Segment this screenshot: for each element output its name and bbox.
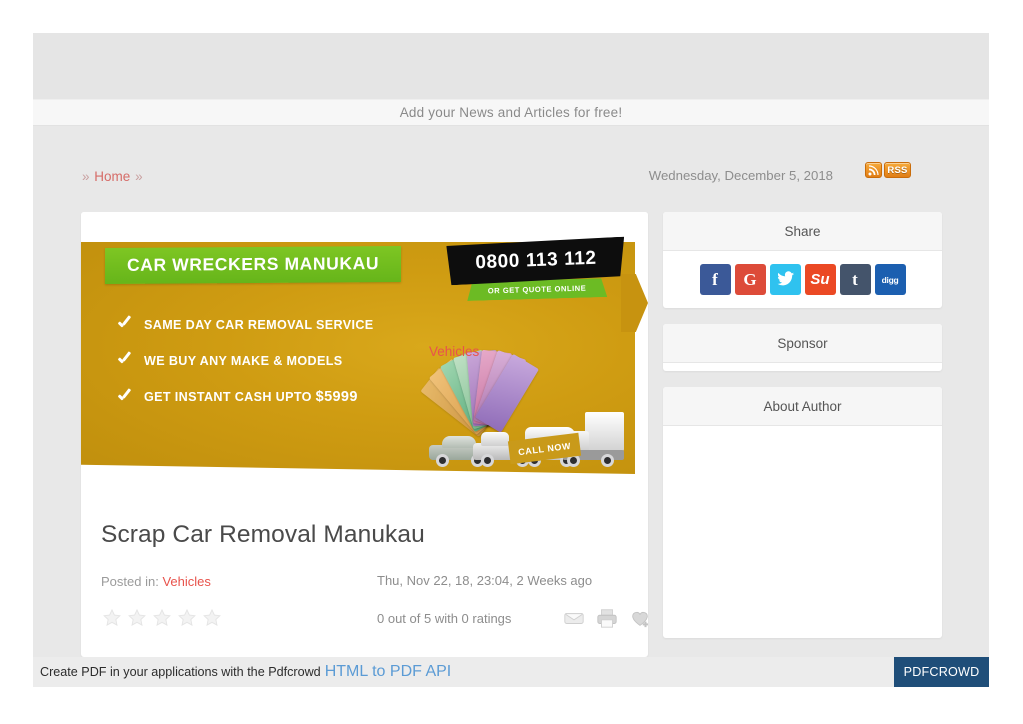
sponsor-panel-body — [663, 363, 942, 371]
share-panel: Share f G Su t digg — [663, 212, 942, 308]
banner-feature-text: SAME DAY CAR REMOVAL SERVICE — [144, 317, 374, 332]
banner-feature-text-label: GET INSTANT CASH UPTO — [144, 390, 316, 404]
check-icon — [117, 390, 132, 405]
pdfcrowd-logo[interactable]: PDFCROWD — [894, 657, 989, 687]
share-panel-title: Share — [663, 212, 942, 251]
article-card: CAR WRECKERS MANUKAU SAME DAY CAR REMOVA… — [81, 212, 648, 657]
pdfcrowd-footer-text: Create PDF in your applications with the… — [40, 665, 321, 679]
banner-feature-list: SAME DAY CAR REMOVAL SERVICE WE BUY ANY … — [117, 317, 374, 406]
banner-feature-item: GET INSTANT CASH UPTO $5999 — [117, 389, 374, 405]
sponsor-panel: Sponsor — [663, 324, 942, 371]
article-category-link[interactable]: Vehicles — [162, 574, 210, 589]
posted-in-label: Posted in: — [101, 574, 159, 589]
posted-in: Posted in: Vehicles — [101, 574, 211, 589]
check-icon — [117, 353, 132, 368]
banner-quote-online-label: OR GET QUOTE ONLINE — [487, 283, 587, 296]
rating-star-icon[interactable] — [201, 607, 223, 629]
rating-star-icon[interactable] — [151, 607, 173, 629]
banner-call-now-label: CALL NOW — [517, 440, 572, 458]
rating-star-icon[interactable] — [126, 607, 148, 629]
rating-star-icon[interactable] — [176, 607, 198, 629]
banner-title: CAR WRECKERS MANUKAU — [126, 253, 380, 275]
banner-feature-text: WE BUY ANY MAKE & MODELS — [144, 353, 343, 368]
page-title: Scrap Car Removal Manukau — [101, 521, 425, 548]
share-panel-body: f G Su t digg — [663, 251, 942, 308]
stumbleupon-icon: Su — [810, 271, 830, 288]
share-twitter-button[interactable] — [769, 264, 801, 295]
article-publish-date: Thu, Nov 22, 18, 23:04, 2 Weeks ago — [377, 573, 593, 588]
digg-icon: digg — [881, 274, 899, 285]
twitter-icon — [777, 271, 794, 286]
check-icon — [117, 317, 132, 332]
site-header — [33, 33, 989, 99]
social-share-buttons: f G Su t digg — [699, 264, 906, 295]
print-icon[interactable] — [596, 607, 618, 629]
banner-title-tag: CAR WRECKERS MANUKAU — [104, 245, 402, 285]
banner-feature-amount: $5999 — [315, 389, 358, 405]
article-action-icons — [563, 607, 648, 629]
share-stumbleupon-button[interactable]: Su — [804, 264, 836, 295]
breadcrumb: » Home » Vehicles — [81, 169, 479, 359]
about-author-panel-title: About Author — [663, 387, 942, 426]
breadcrumb-link-home[interactable]: Home — [94, 169, 130, 184]
share-facebook-button[interactable]: f — [699, 264, 731, 295]
article-body: Scrap Car Removal Manukau Posted in: Veh… — [81, 504, 648, 637]
breadcrumb-row: » Home » Vehicles Wednesday, December 5,… — [33, 126, 989, 359]
google-plus-icon: G — [743, 269, 757, 289]
rating-stars[interactable] — [101, 607, 637, 629]
sponsor-panel-title: Sponsor — [663, 324, 942, 363]
tumblr-icon: t — [852, 269, 858, 289]
banner-feature-text: GET INSTANT CASH UPTO $5999 — [144, 389, 358, 405]
current-date: Wednesday, December 5, 2018 — [648, 168, 833, 183]
about-author-panel-body — [663, 426, 942, 638]
page-root: Add your News and Articles for free! » H… — [0, 0, 1023, 724]
breadcrumb-separator-2: » — [135, 169, 143, 184]
site-tagline: Add your News and Articles for free! — [399, 105, 623, 120]
share-google-plus-button[interactable]: G — [734, 264, 766, 295]
sidebar: Share f G Su t digg Sponsor About Author — [663, 212, 942, 638]
email-icon[interactable] — [563, 607, 585, 629]
article-meta-row-bottom: 0 out of 5 with 0 ratings — [101, 607, 648, 637]
banner-arrow-shape — [621, 274, 648, 332]
facebook-icon: f — [712, 269, 718, 289]
rss-signal-icon[interactable] — [865, 162, 882, 178]
rating-star-icon[interactable] — [101, 607, 123, 629]
add-favorite-icon[interactable] — [629, 607, 648, 629]
about-author-panel: About Author — [663, 387, 942, 638]
article-meta-row-top: Posted in: Vehicles Thu, Nov 22, 18, 23:… — [101, 573, 637, 593]
banner-feature-item: WE BUY ANY MAKE & MODELS — [117, 353, 374, 368]
breadcrumb-separator-1: » — [82, 169, 90, 184]
pdfcrowd-footer: Create PDF in your applications with the… — [33, 657, 989, 687]
site-tagline-bar: Add your News and Articles for free! — [33, 99, 989, 126]
banner-phone-number: 0800 113 112 — [474, 247, 598, 274]
rss-label[interactable]: RSS — [884, 162, 911, 178]
banner-feature-item: SAME DAY CAR REMOVAL SERVICE — [117, 317, 374, 332]
rating-summary: 0 out of 5 with 0 ratings — [377, 611, 512, 626]
share-tumblr-button[interactable]: t — [839, 264, 871, 295]
rss-feed-link[interactable]: RSS — [865, 162, 911, 178]
pdfcrowd-api-link[interactable]: HTML to PDF API — [325, 663, 452, 681]
share-digg-button[interactable]: digg — [874, 264, 906, 295]
